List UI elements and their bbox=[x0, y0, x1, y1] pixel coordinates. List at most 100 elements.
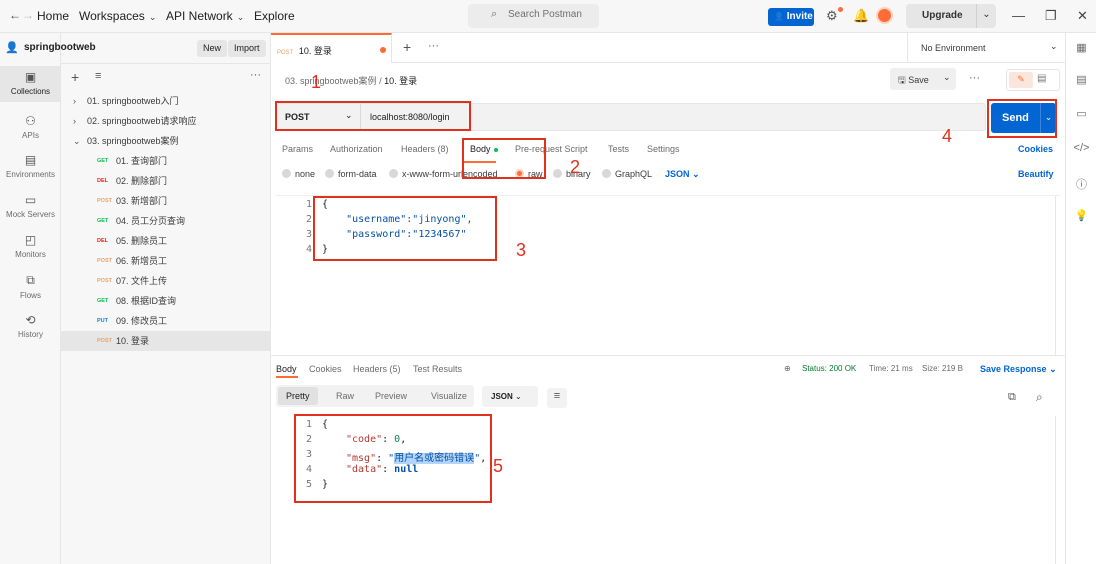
folder-item[interactable]: › 02. springbootweb请求响应 bbox=[61, 111, 271, 131]
left-rail: 👤 ▣ Collections ⚇ APIs ▤ Environments ▭ Mock… bbox=[0, 33, 61, 564]
more-icon[interactable]: ··· bbox=[250, 69, 261, 81]
rail-flows[interactable]: ⧉ Flows bbox=[0, 273, 61, 300]
view-preview[interactable]: Preview bbox=[375, 391, 407, 401]
tab-bar: POST 10. 登录 + ··· No Environment ⌄ bbox=[271, 33, 1065, 63]
rail-environments[interactable]: ▤ Environments bbox=[0, 153, 61, 179]
scrollbar[interactable] bbox=[1055, 416, 1056, 564]
response-format-select[interactable]: JSON ⌄ bbox=[482, 386, 538, 407]
nav-workspaces[interactable]: Workspaces ⌄ bbox=[79, 9, 156, 23]
copy-icon[interactable]: ⧉ bbox=[1008, 391, 1016, 404]
view-visualize[interactable]: Visualize bbox=[431, 391, 467, 401]
collections-sidebar: springbootweb New Import + ≡ ··· › 01. sp… bbox=[24, 33, 271, 564]
close-icon[interactable]: ✕ bbox=[1077, 8, 1088, 24]
request-item[interactable]: GET 08. 根据ID查询 bbox=[61, 291, 271, 311]
method-badge: POST bbox=[277, 50, 294, 56]
tab-headers[interactable]: Headers (8) bbox=[401, 144, 449, 154]
search-icon[interactable]: ⌕ bbox=[1036, 390, 1043, 405]
new-button[interactable]: New bbox=[197, 40, 228, 57]
request-item[interactable]: POST 07. 文件上传 bbox=[61, 271, 271, 291]
filter-icon[interactable]: ≡ bbox=[95, 70, 101, 82]
code-icon[interactable]: </> bbox=[1066, 142, 1096, 154]
settings-gear-icon[interactable]: ⚙ bbox=[826, 8, 838, 24]
back-icon[interactable]: ← bbox=[9, 8, 21, 22]
chevron-down-icon[interactable]: ⌄ bbox=[976, 4, 996, 28]
environment-select[interactable]: No Environment ⌄ bbox=[907, 33, 1065, 63]
rail-history[interactable]: ⟲ History bbox=[0, 313, 61, 339]
documentation-icon[interactable]: ▤ bbox=[1066, 73, 1096, 86]
import-button[interactable]: Import bbox=[228, 40, 266, 57]
radio-circle bbox=[282, 169, 291, 178]
request-item[interactable]: PUT 09. 修改员工 bbox=[61, 311, 271, 331]
resp-tab-test-results[interactable]: Test Results bbox=[413, 364, 462, 374]
new-tab-icon[interactable]: + bbox=[403, 39, 411, 55]
wrap-lines-icon[interactable]: ≡ bbox=[547, 388, 567, 408]
minimize-icon[interactable]: — bbox=[1012, 8, 1025, 23]
nav-home[interactable]: Home bbox=[37, 9, 69, 23]
invite-button[interactable]: 👤 Invite bbox=[768, 8, 814, 26]
nav-explore[interactable]: Explore bbox=[254, 9, 295, 23]
save-button[interactable]: 🖫 Save ⌄ bbox=[890, 68, 956, 90]
forward-icon[interactable]: → bbox=[22, 8, 34, 22]
annotation-box-3 bbox=[313, 196, 497, 261]
info-icon[interactable]: ⓘ bbox=[1066, 176, 1096, 192]
save-response-button[interactable]: Save Response ⌄ bbox=[980, 364, 1057, 375]
upgrade-button[interactable]: Upgrade ⌄ bbox=[906, 4, 996, 28]
cookies-link[interactable]: Cookies bbox=[1018, 144, 1053, 154]
request-item[interactable]: GET 01. 查询部门 bbox=[61, 151, 271, 171]
annotation-number: 3 bbox=[516, 240, 527, 260]
request-item[interactable]: DEL 02. 删除部门 bbox=[61, 171, 271, 191]
request-item[interactable]: POST 06. 新增员工 bbox=[61, 251, 271, 271]
search-input[interactable]: ⌕ Search Postman bbox=[468, 4, 599, 28]
more-tabs-icon[interactable]: ··· bbox=[428, 40, 439, 52]
folder-item[interactable]: › 01. springbootweb入门 bbox=[61, 91, 271, 111]
request-item[interactable]: DEL 05. 删除员工 bbox=[61, 231, 271, 251]
request-tab[interactable]: POST 10. 登录 bbox=[271, 33, 392, 63]
right-rail: ▦ ▤ ▭ </> ⓘ 💡 bbox=[1065, 33, 1096, 564]
environments-icon: ▤ bbox=[24, 153, 37, 167]
rail-collections[interactable]: ▣ Collections bbox=[0, 66, 61, 102]
more-icon[interactable]: ··· bbox=[969, 72, 980, 84]
pencil-icon[interactable]: ✎ bbox=[1009, 72, 1033, 88]
scrollbar[interactable] bbox=[1055, 196, 1056, 356]
breadcrumb-folder[interactable]: 03. springbootweb案例 bbox=[285, 76, 377, 86]
folder-item[interactable]: ⌄ 03. springbootweb案例 bbox=[61, 131, 271, 151]
workspace-name: springbootweb bbox=[24, 42, 96, 53]
comments-icon[interactable]: ▭ bbox=[1066, 107, 1096, 120]
tab-settings[interactable]: Settings bbox=[647, 144, 680, 154]
body-type-graphql[interactable]: GraphQL bbox=[602, 169, 652, 179]
avatar[interactable] bbox=[876, 7, 893, 24]
body-type-form-data[interactable]: form-data bbox=[325, 169, 377, 179]
body-type-none[interactable]: none bbox=[282, 169, 315, 179]
plus-icon[interactable]: + bbox=[71, 69, 79, 85]
annotation-number: 2 bbox=[570, 157, 581, 177]
format-select[interactable]: JSON ⌄ bbox=[665, 169, 700, 180]
tab-params[interactable]: Params bbox=[282, 144, 313, 154]
chevron-down-icon[interactable]: ⌄ bbox=[943, 72, 951, 83]
tab-tests[interactable]: Tests bbox=[608, 144, 629, 154]
nav-api-network[interactable]: API Network ⌄ bbox=[166, 9, 244, 23]
rail-label: History bbox=[18, 330, 43, 339]
view-raw[interactable]: Raw bbox=[336, 391, 354, 401]
save-response-label: Save Response bbox=[980, 364, 1047, 374]
rail-monitors[interactable]: ◰ Monitors bbox=[0, 233, 61, 259]
request-item[interactable]: POST 03. 新增部门 bbox=[61, 191, 271, 211]
environment-quick-look-icon[interactable]: ▦ bbox=[1066, 41, 1096, 54]
beautify-link[interactable]: Beautify bbox=[1018, 169, 1054, 179]
view-pretty[interactable]: Pretty bbox=[278, 387, 318, 405]
rail-mock-servers[interactable]: ▭ Mock Servers bbox=[0, 193, 61, 219]
resp-tab-body[interactable]: Body bbox=[276, 364, 297, 374]
line-number: 3 bbox=[305, 229, 312, 240]
comment-icon[interactable]: ▤ bbox=[1037, 73, 1046, 84]
request-item[interactable]: GET 04. 员工分页查询 bbox=[61, 211, 271, 231]
bell-icon[interactable]: 🔔 bbox=[853, 8, 869, 24]
maximize-icon[interactable]: ❐ bbox=[1045, 8, 1057, 24]
response-time: Time: 21 ms bbox=[869, 364, 913, 373]
lightbulb-icon[interactable]: 💡 bbox=[1066, 209, 1096, 222]
tab-authorization[interactable]: Authorization bbox=[330, 144, 383, 154]
resp-tab-headers[interactable]: Headers (5) bbox=[353, 364, 401, 374]
rail-apis[interactable]: ⚇ APIs bbox=[0, 114, 61, 140]
method-badge: PUT bbox=[97, 318, 108, 324]
request-item-selected[interactable]: POST 10. 登录 bbox=[61, 331, 271, 351]
resp-tab-cookies[interactable]: Cookies bbox=[309, 364, 342, 374]
radio-label: none bbox=[295, 169, 316, 179]
